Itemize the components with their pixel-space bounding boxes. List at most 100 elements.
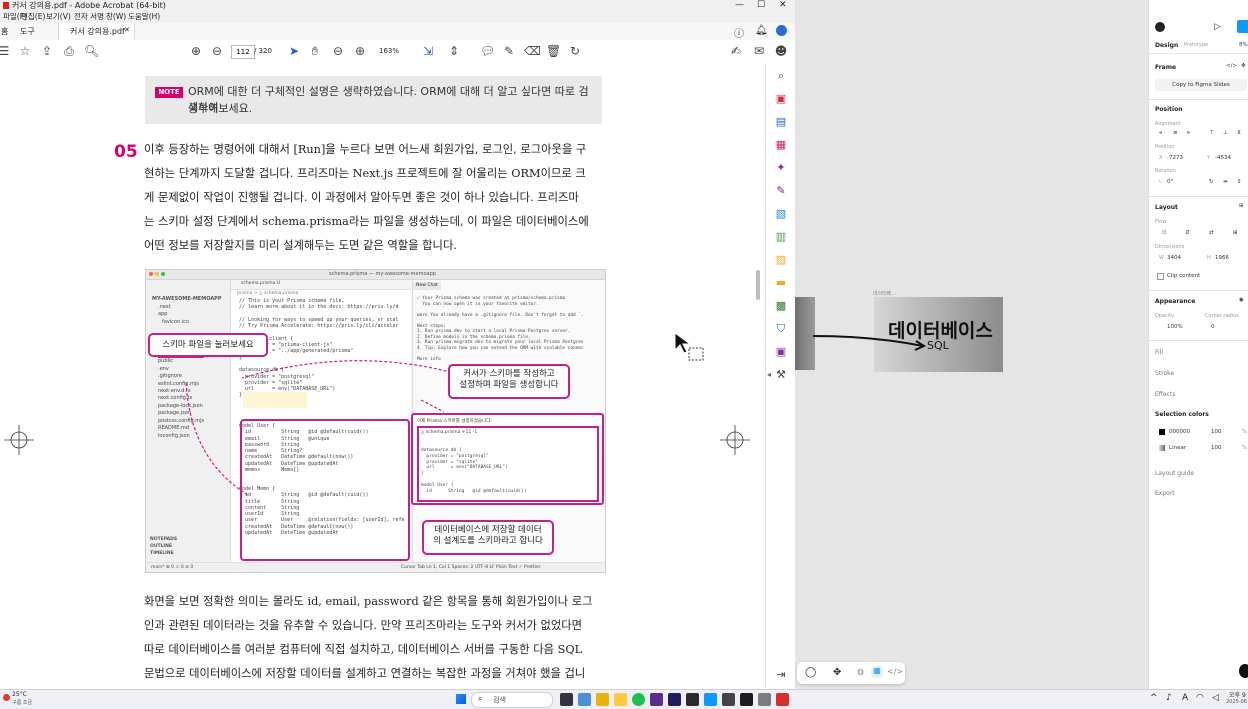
tray-chevron-icon[interactable]: ^: [1150, 693, 1158, 703]
pen-icon[interactable]: ✎: [502, 44, 516, 58]
zoom-icon[interactable]: ⌕: [775, 70, 787, 82]
rotation-input[interactable]: 0°: [1167, 179, 1173, 185]
redact-icon[interactable]: ▣: [775, 346, 787, 358]
tab-close-icon[interactable]: ✕: [124, 26, 130, 34]
comment-icon[interactable]: 💬︎: [480, 44, 495, 58]
tab-tools[interactable]: 도구: [20, 26, 35, 37]
widgets-icon[interactable]: [578, 693, 591, 706]
align-middle-icon[interactable]: ⊥: [1223, 130, 1228, 136]
width-input[interactable]: 3404: [1167, 255, 1181, 261]
fill-sign-icon[interactable]: ✎: [775, 185, 787, 197]
clock-time[interactable]: 오후 9: [1229, 690, 1246, 699]
help-icon[interactable]: ⓘ: [734, 25, 744, 40]
zoom-out-icon[interactable]: ⊖: [331, 44, 345, 58]
chrome-icon[interactable]: [632, 693, 645, 706]
figma-app-icon[interactable]: [704, 693, 717, 706]
menu-edit[interactable]: 편집(E): [21, 11, 45, 23]
export-pdf-icon[interactable]: ▣: [775, 93, 787, 105]
layout-guide-section[interactable]: Layout guide: [1155, 470, 1194, 477]
page-up-icon[interactable]: ⊕: [189, 44, 203, 58]
expand-rail-icon[interactable]: ⇥: [775, 669, 787, 681]
flow-free-icon[interactable]: ⤨: [1161, 230, 1165, 237]
delete-icon[interactable]: 🗑︎: [546, 44, 561, 58]
terminal-icon[interactable]: [722, 693, 735, 706]
export-excel-icon[interactable]: ▥: [775, 231, 787, 243]
menu-window[interactable]: 창(W): [106, 11, 126, 23]
page-down-icon[interactable]: ⊖: [210, 44, 224, 58]
file-explorer-icon[interactable]: [596, 693, 609, 706]
weather-temp[interactable]: 25°C: [12, 691, 27, 698]
sign-icon[interactable]: ✍︎: [729, 44, 743, 58]
visibility-icon[interactable]: ◉: [1239, 297, 1244, 303]
print-production-icon[interactable]: ▩: [775, 300, 787, 312]
x-input[interactable]: -7273: [1167, 155, 1183, 161]
mail-icon[interactable]: ✉: [752, 44, 766, 58]
eraser-icon[interactable]: ⌫: [524, 44, 541, 58]
color-swatch-linear[interactable]: [1159, 445, 1165, 451]
obs-icon[interactable]: [740, 693, 753, 706]
opacity-input[interactable]: 100%: [1167, 324, 1183, 330]
color1-hex[interactable]: 000000: [1169, 429, 1190, 435]
layout-grid-icon[interactable]: ⊞: [1239, 203, 1244, 209]
acrobat-taskbar-icon[interactable]: [776, 693, 789, 706]
volume-icon[interactable]: ◁: [1212, 693, 1219, 703]
select-cursor-icon[interactable]: ➤: [287, 44, 301, 58]
comment-tool-icon[interactable]: ▤: [775, 116, 787, 128]
align-top-icon[interactable]: ⊤: [1209, 130, 1214, 136]
tab-home[interactable]: 홈: [1, 26, 8, 37]
page-number-input[interactable]: [231, 45, 255, 59]
fit-page-icon[interactable]: ⇲: [421, 44, 435, 58]
edit-pdf-icon[interactable]: ▧: [775, 208, 787, 220]
align-left-icon[interactable]: ⫷: [1159, 130, 1162, 137]
export-section[interactable]: Export: [1155, 490, 1175, 497]
sign-tool-icon[interactable]: ✦: [775, 162, 787, 174]
zoom-in-icon[interactable]: ⊕: [353, 44, 367, 58]
bookmark-star-icon[interactable]: ☆: [18, 44, 32, 58]
zoom-level[interactable]: 163%: [379, 47, 399, 55]
height-input[interactable]: 1966: [1215, 255, 1229, 261]
flow-vertical-icon[interactable]: ⇵: [1185, 230, 1190, 236]
protect-icon[interactable]: ⛉: [775, 323, 787, 335]
y-input[interactable]: -4534: [1215, 155, 1231, 161]
flip-v-icon[interactable]: ⇕: [1237, 179, 1242, 185]
tab-document[interactable]: 커서 강의용.pdf ✕: [58, 23, 135, 40]
present-icon[interactable]: ▷: [1214, 22, 1221, 32]
tab-design[interactable]: Design: [1155, 42, 1178, 49]
zoom-search-icon[interactable]: 🔍︎: [84, 44, 99, 58]
canvas-node-left[interactable]: [795, 297, 815, 370]
taskbar-search[interactable]: ⌕ 검색: [471, 692, 553, 708]
rotate-icon[interactable]: ↻: [1209, 179, 1214, 185]
minimize-icon[interactable]: —: [735, 0, 744, 11]
color2-opacity[interactable]: 100: [1211, 445, 1222, 451]
design-mode-icon[interactable]: ◍: [857, 667, 864, 676]
maximize-icon[interactable]: ☐: [757, 0, 765, 11]
copy-to-slides-button[interactable]: Copy to Figma Slides: [1155, 79, 1247, 91]
start-button[interactable]: [456, 694, 466, 704]
dev-mode-icon[interactable]: ▦: [871, 666, 883, 678]
align-center-icon[interactable]: ≡: [1173, 130, 1178, 136]
share-button[interactable]: [1237, 20, 1248, 33]
comment-tool-icon[interactable]: ◯: [805, 667, 816, 678]
premiere-icon[interactable]: [650, 693, 663, 706]
align-right-icon[interactable]: ⫸: [1187, 130, 1190, 137]
mic-icon[interactable]: ♪: [1166, 693, 1172, 703]
collapse-panel-icon[interactable]: ◂: [763, 369, 775, 381]
component-icon[interactable]: ✥: [1241, 63, 1246, 69]
scan-icon[interactable]: ▨: [775, 254, 787, 266]
print-icon[interactable]: ⎙: [62, 44, 76, 58]
flow-grid-icon[interactable]: ⊞: [1233, 230, 1238, 236]
effects-section[interactable]: Effects: [1155, 391, 1175, 398]
flow-horizontal-icon[interactable]: ⇄: [1209, 230, 1214, 236]
stroke-section[interactable]: Stroke: [1155, 370, 1174, 377]
menu-help[interactable]: 도움말(H): [128, 11, 160, 23]
comment-bubble-icon[interactable]: ▬: [775, 277, 787, 289]
scroll-mode-icon[interactable]: ⇕: [447, 44, 461, 58]
frame-label[interactable]: Frame: [1155, 64, 1176, 71]
hand-tool-icon[interactable]: ✋︎: [308, 44, 322, 58]
zoom-percent[interactable]: 8%: [1239, 42, 1248, 48]
figma-canvas[interactable]: 데이터베... 데이터베이스 SQL: [795, 0, 1148, 689]
tab-prototype[interactable]: Prototype: [1184, 42, 1208, 48]
code-icon[interactable]: </>: [1226, 63, 1237, 69]
clock-date[interactable]: 2025-06: [1226, 699, 1247, 705]
photoshop-icon[interactable]: [668, 693, 681, 706]
